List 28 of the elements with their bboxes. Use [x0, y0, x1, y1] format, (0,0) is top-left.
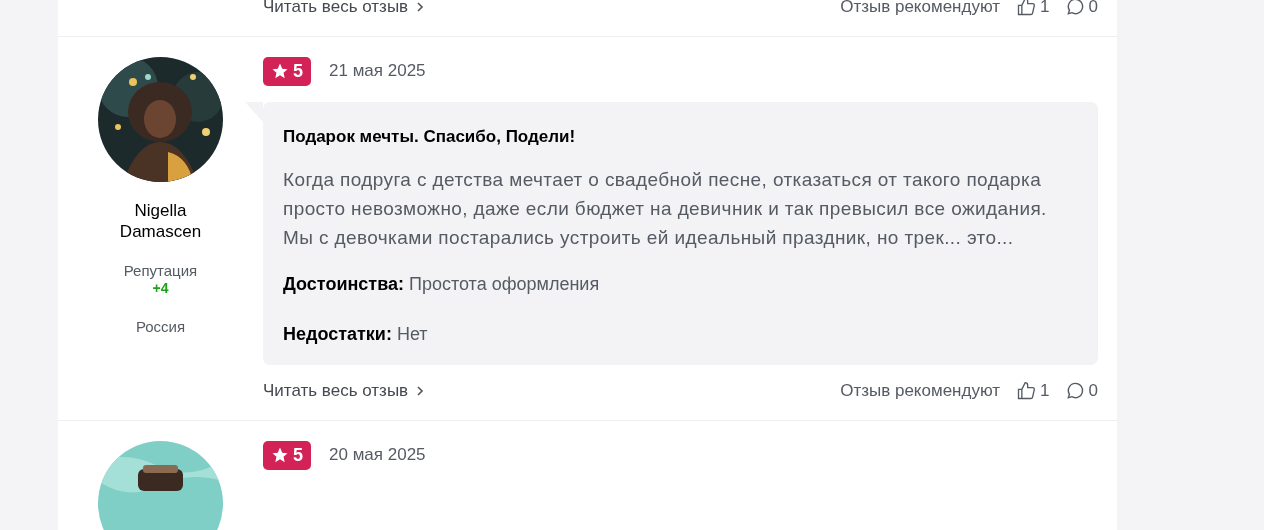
- review-pros: Достоинства: Простота оформления: [283, 273, 601, 296]
- like-button[interactable]: 1: [1016, 0, 1050, 20]
- review-text: Когда подруга с детства мечтает о свадебной песне, отказаться от такого подарка просто невозможно, даже если бюджет на девичник и так превысил все ожидания. Мы с девочками постарались устроить ей идеальный праздник, но трек... это...: [283, 168, 1048, 250]
- rating-value: 5: [293, 443, 303, 467]
- star-icon: [271, 446, 289, 464]
- reputation-value: +4: [152, 279, 169, 296]
- author-country: Россия: [135, 316, 186, 337]
- recommend-label: Отзыв рекомендуют: [840, 380, 1001, 402]
- chevron-right-icon: [416, 384, 425, 397]
- comment-icon: [1065, 0, 1085, 17]
- star-icon: [271, 62, 289, 80]
- comments-button[interactable]: 0: [1065, 0, 1098, 20]
- review-cons: Недостатки: Нет: [283, 323, 429, 346]
- chevron-right-icon: [416, 0, 425, 13]
- reputation-label: Репутация: [123, 261, 198, 280]
- review-date: 21 мая 2025: [329, 60, 426, 83]
- review-title: Подарок мечты. Спасибо, Подели!: [283, 125, 577, 148]
- thumbs-up-icon: [1016, 0, 1037, 17]
- read-review-link[interactable]: Читать весь отзыв: [263, 0, 425, 20]
- like-button[interactable]: 1: [1016, 378, 1050, 404]
- read-review-link[interactable]: Читать весь отзыв: [263, 378, 425, 404]
- review-date: 20 мая 2025: [329, 444, 426, 467]
- recommend-label: Отзыв рекомендуют: [840, 0, 1001, 18]
- author-name[interactable]: Nigella Damascen: [100, 199, 221, 242]
- thumbs-up-icon: [1016, 380, 1037, 401]
- rating-value: 5: [293, 59, 303, 83]
- comment-icon: [1065, 381, 1085, 401]
- comments-button[interactable]: 0: [1065, 378, 1098, 404]
